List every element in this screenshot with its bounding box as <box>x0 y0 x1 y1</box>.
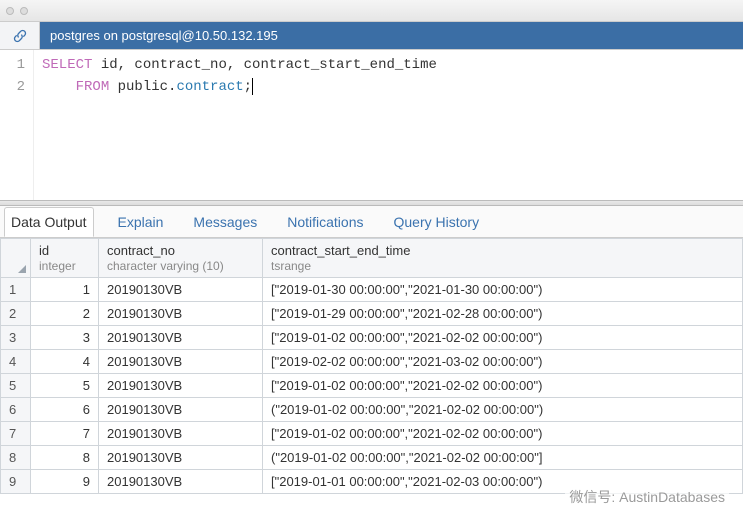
row-number[interactable]: 8 <box>1 446 31 470</box>
row-number[interactable]: 4 <box>1 350 31 374</box>
row-number[interactable]: 1 <box>1 278 31 302</box>
column-header-id[interactable]: id integer <box>31 239 99 278</box>
table-row[interactable]: 6620190130VB("2019-01-02 00:00:00","2021… <box>1 398 743 422</box>
cell-range[interactable]: ["2019-01-02 00:00:00","2021-02-02 00:00… <box>263 422 743 446</box>
table-row[interactable]: 1120190130VB["2019-01-30 00:00:00","2021… <box>1 278 743 302</box>
column-header-range[interactable]: contract_start_end_time tsrange <box>263 239 743 278</box>
column-name: contract_start_end_time <box>271 243 410 258</box>
column-name: contract_no <box>107 243 175 258</box>
cell-range[interactable]: ["2019-01-30 00:00:00","2021-01-30 00:00… <box>263 278 743 302</box>
cell-id[interactable]: 2 <box>31 302 99 326</box>
table-row[interactable]: 5520190130VB["2019-01-02 00:00:00","2021… <box>1 374 743 398</box>
sql-table: contract <box>176 79 243 95</box>
cell-id[interactable]: 1 <box>31 278 99 302</box>
cell-contract-no[interactable]: 20190130VB <box>99 470 263 494</box>
cell-contract-no[interactable]: 20190130VB <box>99 374 263 398</box>
column-type: character varying (10) <box>107 259 254 273</box>
result-tabs: Data Output Explain Messages Notificatio… <box>0 206 743 238</box>
table-row[interactable]: 7720190130VB["2019-01-02 00:00:00","2021… <box>1 422 743 446</box>
tab-query-history[interactable]: Query History <box>388 208 486 236</box>
sql-semicolon: ; <box>244 79 252 95</box>
cell-range[interactable]: ("2019-01-02 00:00:00","2021-02-02 00:00… <box>263 446 743 470</box>
cell-contract-no[interactable]: 20190130VB <box>99 278 263 302</box>
cell-contract-no[interactable]: 20190130VB <box>99 350 263 374</box>
sql-schema: public. <box>109 79 176 95</box>
cell-id[interactable]: 7 <box>31 422 99 446</box>
cell-contract-no[interactable]: 20190130VB <box>99 398 263 422</box>
cell-range[interactable]: ("2019-01-02 00:00:00","2021-02-02 00:00… <box>263 398 743 422</box>
result-grid[interactable]: id integer contract_no character varying… <box>0 238 743 494</box>
cell-contract-no[interactable]: 20190130VB <box>99 302 263 326</box>
connection-bar: postgres on postgresql@10.50.132.195 <box>0 22 743 50</box>
row-number[interactable]: 7 <box>1 422 31 446</box>
column-header-contract-no[interactable]: contract_no character varying (10) <box>99 239 263 278</box>
watermark-text: 微信号: AustinDatabases <box>565 485 729 509</box>
sql-editor[interactable]: 1 2 SELECT id, contract_no, contract_sta… <box>0 50 743 200</box>
connection-label[interactable]: postgres on postgresql@10.50.132.195 <box>40 22 743 49</box>
cell-contract-no[interactable]: 20190130VB <box>99 326 263 350</box>
table-row[interactable]: 8820190130VB("2019-01-02 00:00:00","2021… <box>1 446 743 470</box>
cell-contract-no[interactable]: 20190130VB <box>99 446 263 470</box>
column-type: integer <box>39 259 90 273</box>
row-number[interactable]: 5 <box>1 374 31 398</box>
table-row[interactable]: 2220190130VB["2019-01-29 00:00:00","2021… <box>1 302 743 326</box>
line-number: 2 <box>0 76 25 98</box>
row-number[interactable]: 9 <box>1 470 31 494</box>
cell-id[interactable]: 9 <box>31 470 99 494</box>
text-caret <box>252 78 253 95</box>
cell-range[interactable]: ["2019-01-29 00:00:00","2021-02-28 00:00… <box>263 302 743 326</box>
select-all-corner[interactable] <box>1 239 31 278</box>
code-area[interactable]: SELECT id, contract_no, contract_start_e… <box>34 50 743 200</box>
cell-id[interactable]: 8 <box>31 446 99 470</box>
cell-id[interactable]: 4 <box>31 350 99 374</box>
connection-icon[interactable] <box>0 22 40 49</box>
cell-range[interactable]: ["2019-01-02 00:00:00","2021-02-02 00:00… <box>263 326 743 350</box>
column-name: id <box>39 243 49 258</box>
tab-notifications[interactable]: Notifications <box>281 208 369 236</box>
table-row[interactable]: 4420190130VB["2019-02-02 00:00:00","2021… <box>1 350 743 374</box>
line-gutter: 1 2 <box>0 50 34 200</box>
sql-columns: id, contract_no, contract_start_end_time <box>92 57 436 73</box>
cell-id[interactable]: 3 <box>31 326 99 350</box>
cell-range[interactable]: ["2019-01-02 00:00:00","2021-02-02 00:00… <box>263 374 743 398</box>
row-number[interactable]: 2 <box>1 302 31 326</box>
grid-body: 1120190130VB["2019-01-30 00:00:00","2021… <box>1 278 743 494</box>
cell-id[interactable]: 5 <box>31 374 99 398</box>
line-number: 1 <box>0 54 25 76</box>
row-number[interactable]: 3 <box>1 326 31 350</box>
tab-messages[interactable]: Messages <box>187 208 263 236</box>
table-row[interactable]: 3320190130VB["2019-01-02 00:00:00","2021… <box>1 326 743 350</box>
cell-id[interactable]: 6 <box>31 398 99 422</box>
sql-keyword: SELECT <box>42 57 92 73</box>
column-type: tsrange <box>271 259 734 273</box>
cell-contract-no[interactable]: 20190130VB <box>99 422 263 446</box>
sql-keyword: FROM <box>76 79 110 95</box>
tab-data-output[interactable]: Data Output <box>4 207 94 237</box>
cell-range[interactable]: ["2019-02-02 00:00:00","2021-03-02 00:00… <box>263 350 743 374</box>
row-number[interactable]: 6 <box>1 398 31 422</box>
tab-explain[interactable]: Explain <box>112 208 170 236</box>
window-decoration <box>0 0 743 22</box>
